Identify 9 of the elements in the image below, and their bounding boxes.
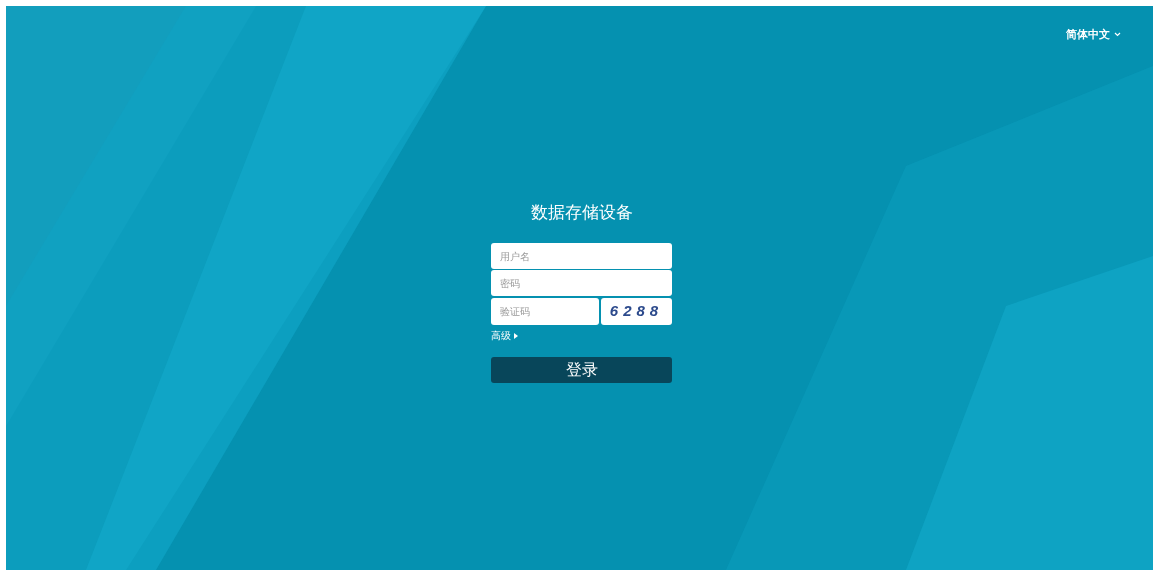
chevron-down-icon (1114, 31, 1121, 37)
captcha-image[interactable]: 6288 (601, 298, 672, 325)
language-selector[interactable]: 简体中文 (1066, 26, 1110, 43)
login-title: 数据存储设备 (529, 202, 634, 224)
captcha-field[interactable]: 验证码 (491, 298, 599, 325)
username-field[interactable]: 用户名 (491, 243, 672, 269)
password-field[interactable]: 密码 (491, 270, 672, 296)
advanced-toggle[interactable]: 高级 (491, 328, 518, 343)
login-button[interactable]: 登录 (491, 357, 672, 383)
